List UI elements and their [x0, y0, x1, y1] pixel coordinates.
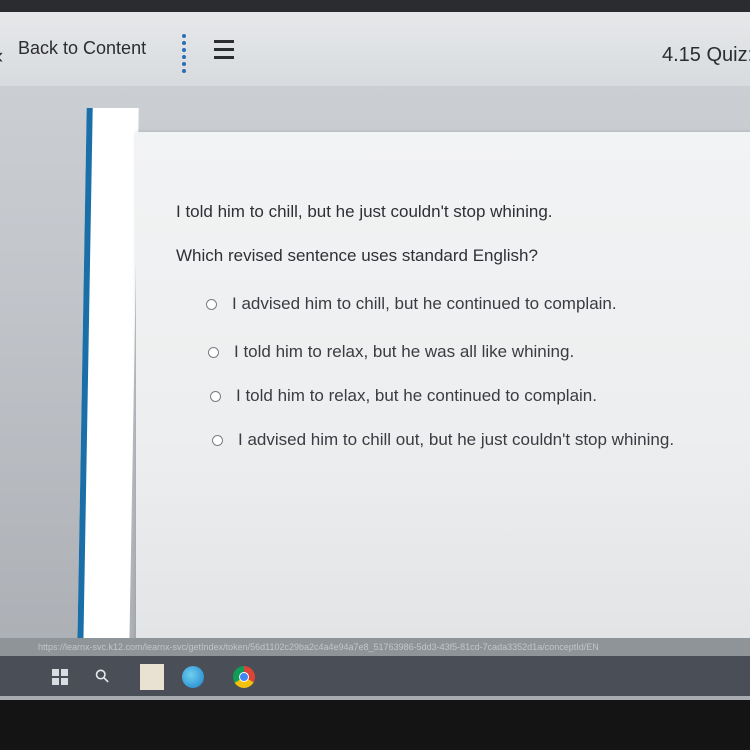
answer-option-label: I advised him to chill, but he continued… — [232, 294, 617, 313]
question-text: Which revised sentence uses standard Eng… — [176, 246, 538, 265]
answer-option-label: I told him to relax, but he was all like… — [234, 342, 575, 361]
radio-button[interactable] — [212, 435, 223, 446]
link-status-url: https://learnx-svc.k12.com/learnx-svc/ge… — [0, 638, 750, 656]
question-prompt: I told him to chill, but he just couldn'… — [176, 202, 553, 221]
question-panel: I told him to chill, but he just couldn'… — [136, 132, 750, 640]
answer-option-label: I advised him to chill out, but he just … — [238, 430, 675, 449]
search-icon[interactable]: ⚲ — [91, 664, 115, 688]
window-top-strip — [0, 0, 750, 12]
edge-browser-icon[interactable] — [182, 666, 204, 688]
quiz-title: 4.15 Quiz: — [662, 44, 750, 66]
monitor-bezel — [0, 700, 750, 750]
back-to-content-label: Back to Content — [18, 38, 147, 58]
content-side-panel — [77, 108, 139, 648]
radio-button[interactable] — [206, 299, 217, 310]
screen: ‹ Back to Content 4.15 Quiz: I told him … — [0, 0, 750, 700]
quiz-header: ‹ Back to Content 4.15 Quiz: — [0, 12, 750, 86]
more-options-icon[interactable] — [181, 34, 187, 76]
taskbar: ⚲ — [0, 656, 750, 696]
answer-option-label: I told him to relax, but he continued to… — [236, 386, 597, 405]
menu-icon[interactable] — [214, 40, 234, 64]
radio-button[interactable] — [208, 347, 219, 358]
windows-start-icon[interactable] — [52, 669, 68, 685]
chevron-left-icon: ‹ — [0, 45, 3, 67]
radio-button[interactable] — [210, 391, 221, 402]
terms-of-use-icon[interactable] — [140, 664, 164, 690]
chrome-browser-icon[interactable] — [233, 666, 255, 688]
